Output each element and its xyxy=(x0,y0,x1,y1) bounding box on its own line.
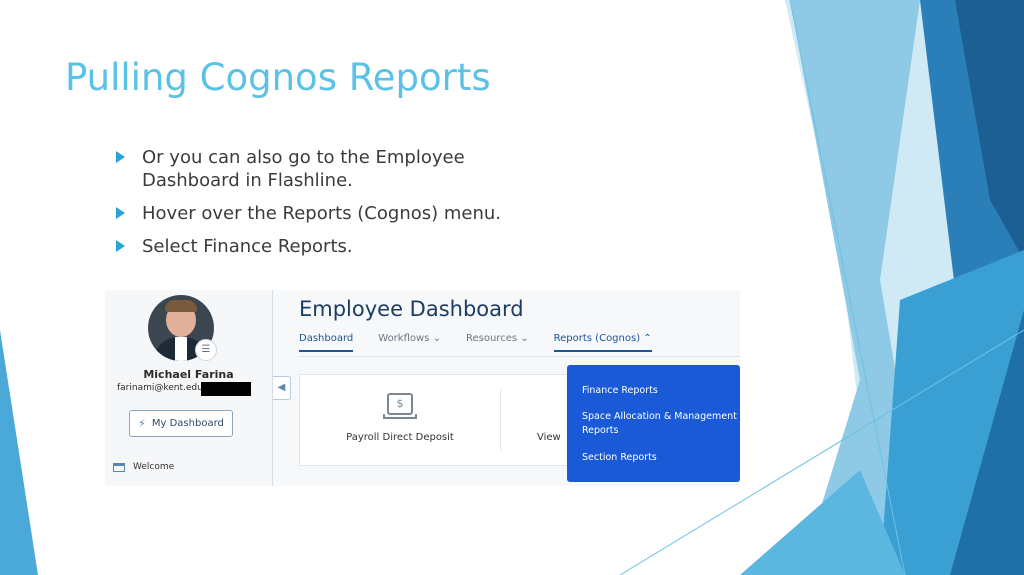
my-dashboard-label: My Dashboard xyxy=(151,418,224,429)
payroll-deposit-icon: $ xyxy=(387,393,413,415)
tab-label: Reports (Cognos) xyxy=(553,333,641,344)
user-email: farinami@kent.edu xyxy=(117,383,203,393)
tabs-divider xyxy=(299,356,740,357)
card-divider xyxy=(500,389,501,451)
dashboard-title: Employee Dashboard xyxy=(299,297,524,321)
tab-workflows[interactable]: Workflows ⌄ xyxy=(378,333,441,352)
bullet-text: Hover over the Reports (Cognos) menu. xyxy=(142,203,502,224)
menu-item-space-allocation-reports[interactable]: Space Allocation & Management Reports xyxy=(582,410,740,438)
bullet-item: Or you can also go to the Employee Dashb… xyxy=(116,146,536,192)
tab-label: Dashboard xyxy=(299,333,354,344)
avatar-shirt xyxy=(175,337,187,361)
bullet-text: Select Finance Reports. xyxy=(142,236,353,257)
chevron-up-icon: ⌃ xyxy=(643,333,652,344)
tab-label: Workflows xyxy=(378,333,430,344)
dashboard-tabs: Dashboard Workflows ⌄ Resources ⌄ Report… xyxy=(299,333,677,352)
quick-links-card: $ Payroll Direct Deposit View xyxy=(299,374,571,466)
bullet-item: Hover over the Reports (Cognos) menu. xyxy=(116,202,536,225)
bullet-list: Or you can also go to the Employee Dashb… xyxy=(116,146,536,268)
view-link[interactable]: View xyxy=(537,432,561,443)
chevron-down-icon: ⌄ xyxy=(432,333,441,344)
menu-item-section-reports[interactable]: Section Reports xyxy=(582,451,657,465)
tab-reports-cognos[interactable]: Reports (Cognos) ⌃ xyxy=(553,333,652,352)
payroll-direct-deposit-link[interactable]: Payroll Direct Deposit xyxy=(300,432,500,443)
left-shape xyxy=(0,330,38,575)
my-dashboard-button[interactable]: ⚡ My Dashboard xyxy=(129,410,233,437)
payroll-tray-icon xyxy=(383,414,417,419)
tab-label: Resources xyxy=(465,333,518,344)
welcome-label: Welcome xyxy=(133,462,175,472)
lightning-icon: ⚡ xyxy=(138,417,146,430)
bullet-arrow-icon xyxy=(116,151,125,163)
slide-title: Pulling Cognos Reports xyxy=(65,56,491,99)
bullet-item: Select Finance Reports. xyxy=(116,235,536,258)
chevron-down-icon: ⌄ xyxy=(520,333,529,344)
tab-dashboard[interactable]: Dashboard xyxy=(299,333,354,352)
tab-resources[interactable]: Resources ⌄ xyxy=(466,333,529,352)
embedded-dashboard-screenshot: ☰ Michael Farina farinami@kent.edu ⚡ My … xyxy=(105,290,740,486)
avatar-hair xyxy=(165,300,197,312)
profile-panel: ☰ Michael Farina farinami@kent.edu ⚡ My … xyxy=(105,290,273,486)
bullet-arrow-icon xyxy=(116,240,125,252)
reports-dropdown-menu: Finance Reports Space Allocation & Manag… xyxy=(567,365,740,482)
profile-menu-icon[interactable]: ☰ xyxy=(195,339,217,361)
redacted-block xyxy=(201,382,251,396)
collapse-sidebar-button[interactable]: ◀ xyxy=(273,376,291,400)
bullet-text: Or you can also go to the Employee Dashb… xyxy=(142,147,465,191)
window-icon xyxy=(113,462,125,472)
bullet-arrow-icon xyxy=(116,207,125,219)
welcome-link[interactable]: Welcome xyxy=(113,462,174,472)
menu-item-finance-reports[interactable]: Finance Reports xyxy=(582,384,658,398)
user-name: Michael Farina xyxy=(143,368,234,381)
